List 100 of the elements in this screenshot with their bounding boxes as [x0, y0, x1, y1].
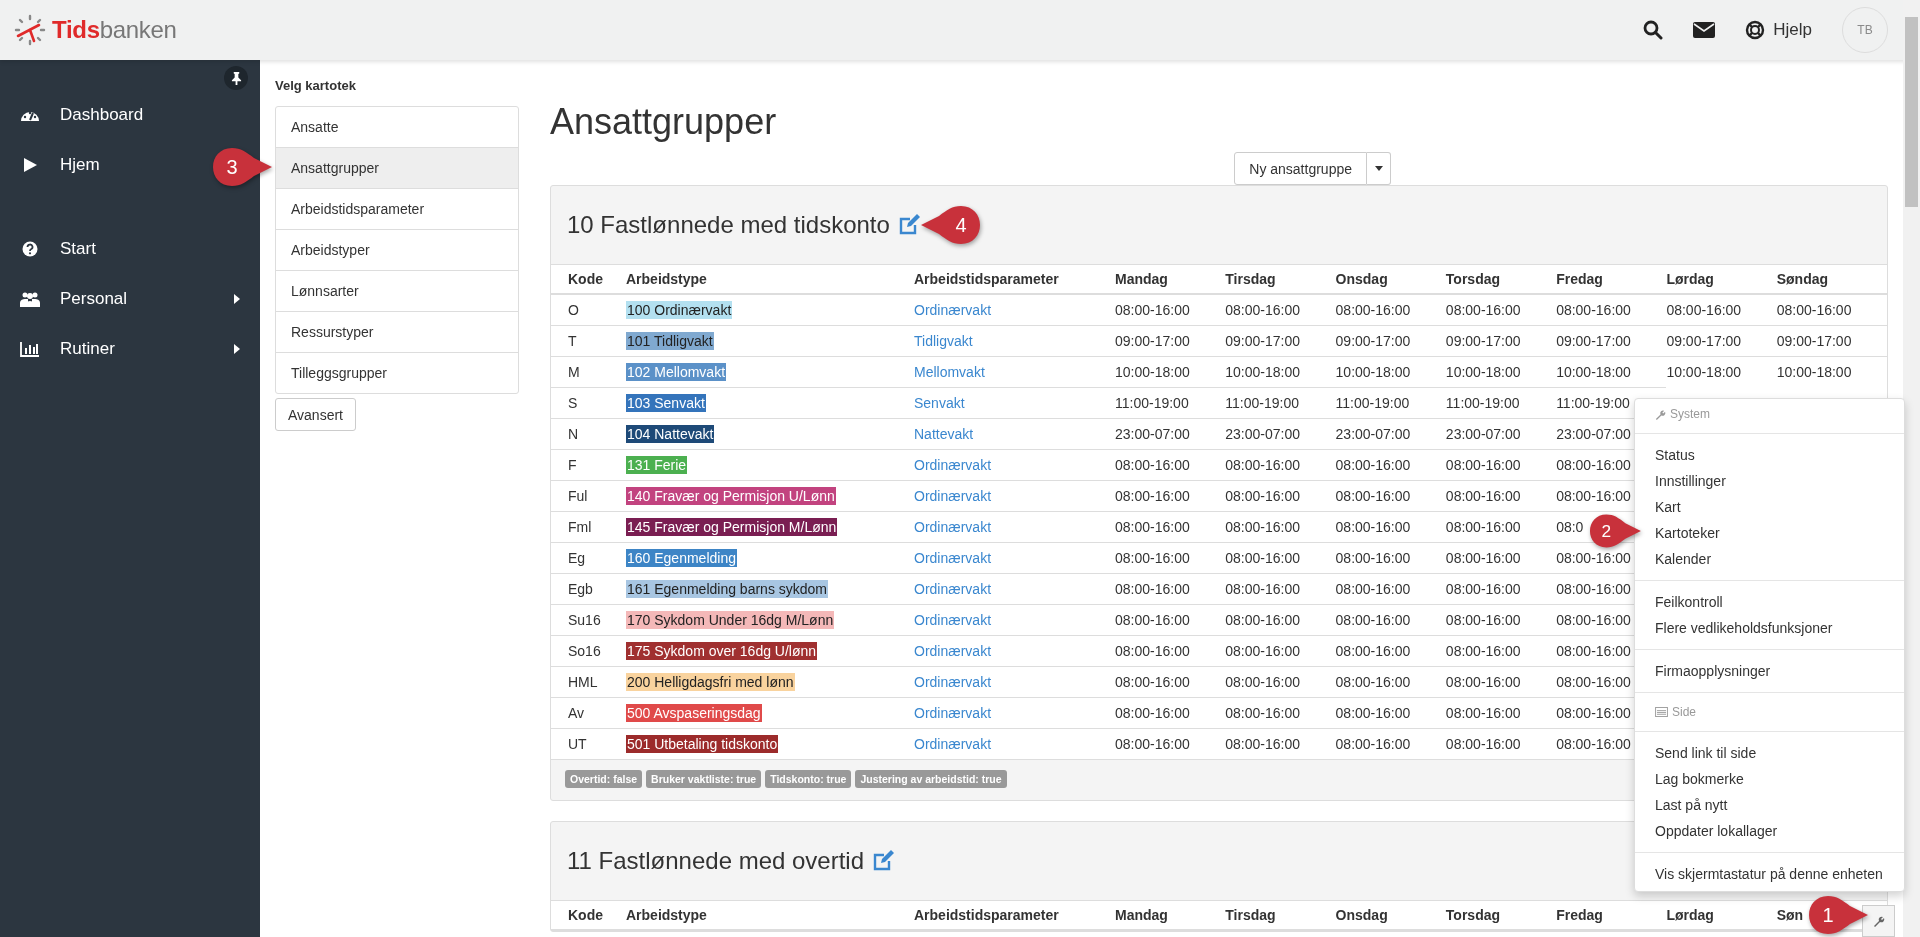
parameter-link[interactable]: Ordinærvakt [914, 705, 992, 721]
caret-icon [234, 294, 240, 304]
table-cell: 08:00-16:00 [1225, 604, 1336, 636]
work-type-tag: 170 Sykdom Under 16dg M/Lønn [626, 611, 835, 629]
table-cell: 09:00-17:00 [1776, 325, 1887, 357]
table-cell: 09:00-17:00 [1225, 325, 1336, 357]
catalog-item[interactable]: Ansatte [276, 107, 518, 147]
work-type-tag: 500 Avspaseringsdag [626, 704, 762, 722]
sidebar-item[interactable]: Personal [0, 274, 260, 324]
wrench-icon [1872, 915, 1885, 927]
column-header: Kode [568, 907, 603, 923]
menu-item[interactable]: Last på nytt [1655, 794, 1728, 816]
parameter-link[interactable]: Senvakt [914, 395, 965, 411]
callout-marker: 2 [1587, 512, 1643, 550]
table-cell: 08:00-16:00 [1225, 635, 1336, 667]
parameter-link[interactable]: Ordinærvakt [914, 302, 992, 318]
parameter-link[interactable]: Ordinærvakt [914, 674, 992, 690]
table-cell: 08:00-16:00 [1115, 542, 1226, 574]
column-header: Søn [1776, 907, 1804, 923]
table-cell: 09:00-17:00 [1666, 325, 1777, 357]
sidebar-item[interactable]: Start [0, 224, 116, 274]
parameter-link[interactable]: Ordinærvakt [914, 581, 992, 597]
clock-logo-icon [14, 14, 46, 46]
column-header: Arbeidstype [626, 907, 707, 923]
edit-icon[interactable] [897, 214, 922, 236]
tools-button[interactable] [1862, 905, 1895, 937]
catalog-item[interactable]: Arbeidstyper [276, 229, 518, 270]
table-cell: 08:00-16:00 [1225, 697, 1336, 729]
column-header: Mandag [1115, 271, 1168, 287]
work-type-tag: 104 Nattevakt [626, 425, 715, 443]
table-cell: 08:00-16:00 [1115, 604, 1226, 636]
table-cell: 08:00-16:00 [1335, 604, 1446, 636]
parameter-link[interactable]: Ordinærvakt [914, 550, 992, 566]
table-cell: 09:00-17:00 [1445, 325, 1557, 357]
table-cell: 08:00-16:00 [1445, 604, 1557, 636]
table-cell: 23:00-07:00 [1115, 418, 1226, 450]
column-header: Arbeidstidsparameter [914, 907, 1059, 923]
parameter-link[interactable]: Tidligvakt [914, 333, 973, 349]
status-badge: Justering av arbeidstid: true [855, 770, 1007, 788]
parameter-link[interactable]: Ordinærvakt [914, 643, 992, 659]
table-cell: 23:00-07:00 [1225, 418, 1336, 450]
table-cell: 08:00-16:00 [1666, 294, 1777, 326]
parameter-link[interactable]: Ordinærvakt [914, 519, 992, 535]
table-cell: 08:00-16:00 [1445, 635, 1557, 667]
edit-icon[interactable] [872, 850, 897, 872]
group-title: 11 Fastlønnede med overtid [567, 847, 865, 875]
menu-item[interactable]: Lag bokmerke [1655, 768, 1744, 790]
table-cell: 08:00-16:00 [1445, 511, 1557, 543]
catalog-item[interactable]: Ressurstyper [276, 311, 518, 352]
table-cell: 08:00-16:00 [1776, 294, 1887, 326]
scrollbar[interactable] [1903, 0, 1920, 937]
dropdown-toggle[interactable] [1367, 152, 1391, 185]
caret-icon [234, 344, 240, 354]
parameter-link[interactable]: Nattevakt [914, 426, 974, 442]
work-type-tag: 501 Utbetaling tidskonto [626, 735, 779, 753]
sidebar-item[interactable]: Dashboard [0, 90, 164, 140]
table-cell: 10:00-18:00 [1225, 356, 1336, 388]
table-cell: 23:00-07:00 [1445, 418, 1557, 450]
table-cell: 08:00-16:00 [1225, 511, 1336, 543]
table-cell: 08:00-16:00 [1445, 449, 1557, 481]
table-cell: 09:00-17:00 [1556, 325, 1667, 357]
parameter-link[interactable]: Mellomvakt [914, 364, 985, 380]
new-group-button[interactable]: Ny ansattgruppe [1234, 152, 1367, 185]
table-cell: 08:00-16:00 [1115, 666, 1226, 698]
pin-button[interactable] [224, 66, 248, 90]
table-cell: 08:00-16:00 [1225, 480, 1336, 512]
work-type-tag: 102 Mellomvakt [626, 363, 727, 381]
parameter-link[interactable]: Ordinærvakt [914, 612, 992, 628]
column-header: Fredag [1556, 907, 1603, 923]
column-header: Fredag [1556, 271, 1603, 287]
table-cell: 08:00-16:00 [1225, 573, 1336, 605]
work-type-tag: 103 Senvakt [626, 394, 706, 412]
work-type-tag: 101 Tidligvakt [626, 332, 714, 350]
catalog-item[interactable]: Lønnsarter [276, 270, 518, 311]
table-cell: 23:00-07:00 [1335, 418, 1446, 450]
parameter-link[interactable]: Ordinærvakt [914, 736, 992, 752]
mail-icon[interactable] [1693, 22, 1716, 38]
help-link[interactable]: Hjelp [1745, 20, 1812, 40]
table-cell: 08:00-16:00 [1115, 635, 1226, 667]
parameter-link[interactable]: Ordinærvakt [914, 457, 992, 473]
advanced-button[interactable]: Avansert [275, 398, 356, 431]
brand-logo[interactable]: Tidsbanken [52, 16, 177, 44]
search-icon[interactable] [1643, 20, 1664, 40]
column-header: Tirsdag [1225, 907, 1276, 923]
table-cell: 08:00-16:00 [1335, 542, 1446, 574]
column-header: Torsdag [1445, 271, 1501, 287]
table-cell: 08:00-16:00 [1335, 511, 1446, 543]
table-cell: 08:00-16:00 [1115, 511, 1226, 543]
table-cell: 08:00-16:00 [1335, 449, 1446, 481]
sidebar-item[interactable]: Hjem [0, 140, 120, 190]
menu-item[interactable]: Oppdater lokallager [1655, 820, 1778, 842]
parameter-link[interactable]: Ordinærvakt [914, 488, 992, 504]
sidebar-item[interactable]: Rutiner [0, 324, 260, 374]
table-cell: 10:00-18:00 [1335, 356, 1446, 388]
work-type-tag: 175 Sykdom over 16dg U/lønn [626, 642, 818, 660]
menu-item[interactable]: Vis skjermtastatur på denne enheten [1655, 863, 1883, 885]
work-type-tag: 161 Egenmelding barns sykdom [626, 580, 828, 598]
catalog-item[interactable]: Tilleggsgrupper [276, 352, 518, 393]
work-type-tag: 145 Fravær og Permisjon M/Lønn [626, 518, 838, 536]
catalog-item[interactable]: Arbeidstidsparameter [276, 188, 518, 229]
